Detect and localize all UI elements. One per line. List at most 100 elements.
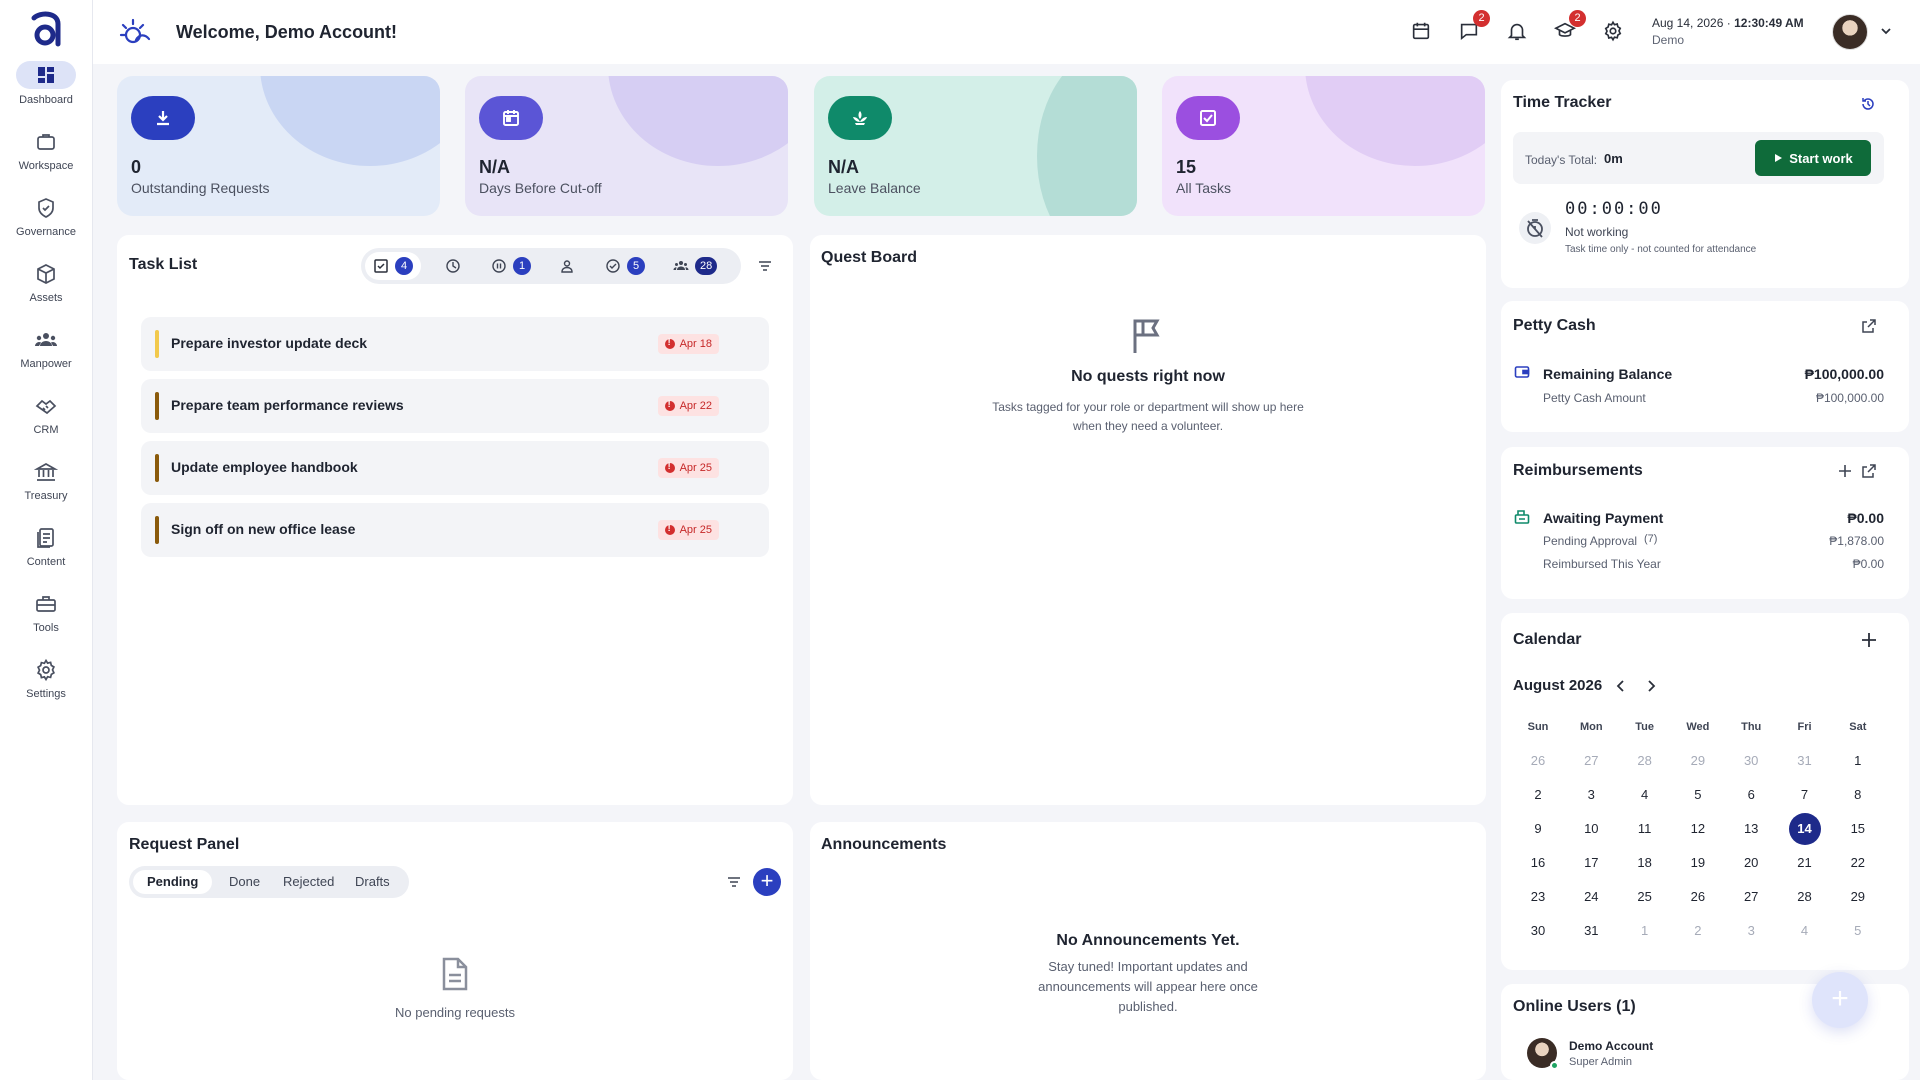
calendar-icon[interactable] <box>1410 20 1434 44</box>
calendar-day[interactable]: 23 <box>1522 881 1554 913</box>
datetime: Aug 14, 2026 · 12:30:49 AM <box>1652 16 1804 30</box>
calendar-day[interactable]: 26 <box>1522 745 1554 777</box>
calendar-day[interactable]: 19 <box>1682 847 1714 879</box>
calendar-day[interactable]: 18 <box>1629 847 1661 879</box>
filter-icon[interactable] <box>727 875 741 889</box>
working-status: Not working <box>1565 225 1629 239</box>
reimbursed-this-year-label: Reimbursed This Year <box>1543 557 1661 571</box>
welcome-message: Welcome, Demo Account! <box>176 22 398 42</box>
chevron-right-icon[interactable] <box>1644 679 1658 693</box>
calendar-day[interactable]: 6 <box>1735 779 1767 811</box>
calendar-day[interactable]: 29 <box>1682 745 1714 777</box>
task-item[interactable]: Sign off on new office lease Apr 25 <box>141 503 769 557</box>
calendar-day[interactable]: 16 <box>1522 847 1554 879</box>
tab-done-tasks[interactable]: 5 <box>597 252 653 280</box>
calendar-day[interactable]: 5 <box>1682 779 1714 811</box>
calendar-day[interactable]: 4 <box>1629 779 1661 811</box>
calendar-day[interactable]: 20 <box>1735 847 1767 879</box>
settings-gear-icon[interactable] <box>1602 20 1626 44</box>
due-date-badge: Apr 25 <box>657 520 719 540</box>
announcements-line3: published. <box>1118 999 1178 1014</box>
calendar-day[interactable]: 2 <box>1522 779 1554 811</box>
tab-team-tasks[interactable]: 28 <box>665 252 725 280</box>
sidebar-item-settings[interactable]: Settings <box>0 656 92 716</box>
card-decoration <box>260 76 440 166</box>
task-list-title: Task List <box>129 256 198 273</box>
chevron-down-icon[interactable] <box>1879 24 1893 38</box>
calendar-day[interactable]: 12 <box>1682 813 1714 845</box>
calendar-day[interactable]: 21 <box>1789 847 1821 879</box>
floating-add-button[interactable]: + <box>1812 972 1868 1028</box>
weekday-header: Mon <box>1579 721 1603 733</box>
calendar-day[interactable]: 8 <box>1842 779 1874 811</box>
calendar-day[interactable]: 25 <box>1629 881 1661 913</box>
calendar-day[interactable]: 30 <box>1735 745 1767 777</box>
calendar-day[interactable]: 11 <box>1629 813 1661 845</box>
user-avatar[interactable] <box>1832 14 1868 50</box>
calendar-day[interactable]: 5 <box>1842 915 1874 947</box>
stat-card-leave-balance[interactable]: N/A Leave Balance <box>814 76 1137 216</box>
calendar-day[interactable]: 28 <box>1629 745 1661 777</box>
notifications-bell-icon[interactable] <box>1506 20 1530 44</box>
calendar-day[interactable]: 22 <box>1842 847 1874 879</box>
sidebar-item-workspace[interactable]: Workspace <box>0 128 92 188</box>
quest-board-title: Quest Board <box>821 249 918 266</box>
calendar-day[interactable]: 1 <box>1629 915 1661 947</box>
graduation-cap-icon[interactable]: 2 <box>1553 10 1586 44</box>
sidebar-item-dashboard[interactable]: Dashboard <box>0 61 92 122</box>
calendar-day[interactable]: 13 <box>1735 813 1767 845</box>
app-logo-icon[interactable] <box>28 10 64 50</box>
calendar-day[interactable]: 1 <box>1842 745 1874 777</box>
stat-card-outstanding-requests[interactable]: 0 Outstanding Requests <box>117 76 440 216</box>
sidebar-item-tools[interactable]: Tools <box>0 590 92 650</box>
tab-all-tasks[interactable]: 4 <box>365 252 421 280</box>
tab-done[interactable]: Done <box>215 870 274 894</box>
stat-card-all-tasks[interactable]: 15 All Tasks <box>1162 76 1485 216</box>
plus-icon[interactable] <box>1837 463 1853 479</box>
sidebar-item-treasury[interactable]: Treasury <box>0 458 92 518</box>
calendar-day[interactable]: 31 <box>1789 745 1821 777</box>
add-request-button[interactable]: + <box>753 868 781 896</box>
tab-rejected[interactable]: Rejected <box>269 870 348 894</box>
overdue-alert-icon <box>664 523 675 535</box>
task-item[interactable]: Prepare investor update deck Apr 18 <box>141 317 769 371</box>
calendar-day-today[interactable]: 14 <box>1788 813 1821 845</box>
stat-card-days-before-cutoff[interactable]: N/A Days Before Cut-off <box>465 76 788 216</box>
sidebar-item-manpower[interactable]: Manpower <box>0 326 92 386</box>
sidebar-item-assets[interactable]: Assets <box>0 260 92 320</box>
cube-icon <box>34 262 58 286</box>
filter-icon[interactable] <box>758 259 772 273</box>
calendar-day[interactable]: 15 <box>1842 813 1874 845</box>
task-item[interactable]: Prepare team performance reviews Apr 22 <box>141 379 769 433</box>
tab-drafts[interactable]: Drafts <box>341 870 404 894</box>
task-item[interactable]: Update employee handbook Apr 25 <box>141 441 769 495</box>
calendar-day[interactable]: 30 <box>1522 915 1554 947</box>
calendar-day[interactable]: 7 <box>1789 779 1821 811</box>
calendar-day[interactable]: 2 <box>1682 915 1714 947</box>
tab-assigned-tasks[interactable] <box>551 252 583 280</box>
calendar-day[interactable]: 3 <box>1735 915 1767 947</box>
open-external-icon[interactable] <box>1861 318 1877 334</box>
start-work-button[interactable]: Start work <box>1755 140 1871 176</box>
calendar-day[interactable]: 26 <box>1682 881 1714 913</box>
sidebar-item-label: Treasury <box>24 490 68 502</box>
shield-icon <box>34 196 58 220</box>
messages-icon[interactable]: 2 <box>1458 10 1490 44</box>
calendar-day[interactable]: 9 <box>1522 813 1554 845</box>
history-icon[interactable] <box>1860 96 1876 112</box>
calendar-day[interactable]: 28 <box>1789 881 1821 913</box>
tab-pending[interactable]: Pending <box>133 870 213 894</box>
sidebar-item-content[interactable]: Content <box>0 524 92 584</box>
calendar-day[interactable]: 29 <box>1842 881 1874 913</box>
calendar-day[interactable]: 4 <box>1789 915 1821 947</box>
chevron-left-icon[interactable] <box>1614 679 1628 693</box>
open-external-icon[interactable] <box>1861 463 1877 479</box>
tab-pending-tasks[interactable] <box>437 252 469 280</box>
calendar-day[interactable]: 27 <box>1735 881 1767 913</box>
sidebar-item-crm[interactable]: CRM <box>0 392 92 452</box>
pending-approval-label: Pending Approval <box>1543 534 1638 548</box>
add-event-plus-icon[interactable] <box>1860 631 1878 649</box>
learning-badge: 2 <box>1569 10 1586 27</box>
tab-paused-tasks[interactable]: 1 <box>483 252 539 280</box>
sidebar-item-governance[interactable]: Governance <box>0 194 92 254</box>
